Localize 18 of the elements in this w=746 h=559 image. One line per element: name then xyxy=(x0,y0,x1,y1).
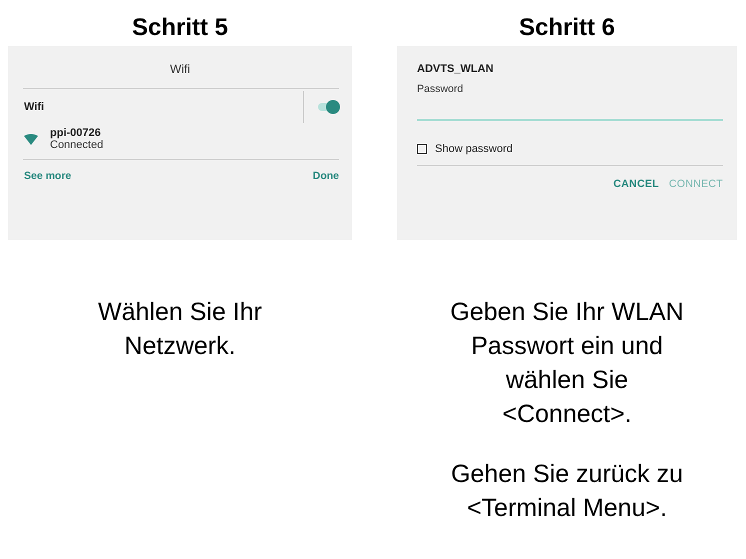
dialog-title: Wifi xyxy=(170,61,190,78)
toggle-switch[interactable] xyxy=(318,100,340,114)
network-status: Connected xyxy=(50,139,104,151)
instruction-text: Gehen Sie zurück zu <Terminal Menu>. xyxy=(450,459,684,524)
dialog-title: ADVTS_WLAN xyxy=(416,62,494,75)
field-label: Password xyxy=(416,82,464,95)
network-name[interactable]: ppi-00726 xyxy=(50,127,104,139)
instruction-text: Geben Sie Ihr WLAN Passwort ein und wählen Sie <Connect>. xyxy=(450,297,684,430)
step-heading: Schritt 6 xyxy=(518,14,616,42)
checkbox[interactable] xyxy=(417,144,427,154)
link-button[interactable]: See more xyxy=(24,170,72,182)
wifi-icon xyxy=(24,134,38,144)
link-button[interactable]: CANCEL xyxy=(613,178,659,190)
checkbox-label: Show password xyxy=(435,143,513,155)
instruction-text: Wählen Sie Ihr Netzwerk. xyxy=(98,297,262,362)
link-button[interactable]: Done xyxy=(312,170,339,182)
toggle-label: Wifi xyxy=(24,101,46,113)
step-heading: Schritt 5 xyxy=(132,14,228,42)
